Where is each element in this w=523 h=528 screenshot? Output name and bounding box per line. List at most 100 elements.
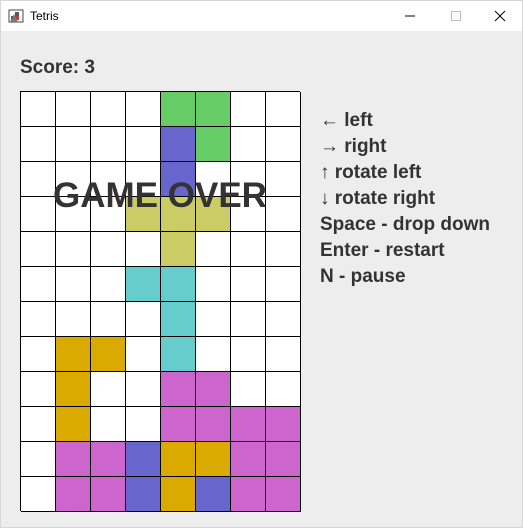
tetris-window: Tetris Score: 3 GAME OVER ← left → right… (0, 0, 523, 528)
board-cell (196, 232, 231, 267)
tetromino-block (266, 442, 301, 477)
board-cell (126, 407, 161, 442)
maximize-button[interactable] (433, 1, 479, 31)
tetromino-block (91, 442, 126, 477)
board-cell (266, 337, 301, 372)
maximize-icon (451, 11, 461, 21)
control-pause: N - pause (320, 266, 406, 287)
tetromino-block (161, 232, 196, 267)
tetromino-block (196, 477, 231, 512)
board-cell (231, 92, 266, 127)
control-rotate-right: ↓ rotate right (320, 188, 436, 209)
tetromino-block (91, 477, 126, 512)
tetromino-block (126, 477, 161, 512)
board-cell (126, 302, 161, 337)
control-rotate-left: ↑ rotate left (320, 162, 422, 183)
tetromino-block (196, 92, 231, 127)
game-over-message: GAME OVER (53, 176, 267, 215)
close-button[interactable] (477, 1, 523, 31)
board-cell (196, 267, 231, 302)
tetromino-block (56, 407, 91, 442)
board-cell (56, 127, 91, 162)
board-cell (196, 302, 231, 337)
tetromino-block (56, 337, 91, 372)
board-cell (91, 92, 126, 127)
board-cell (266, 232, 301, 267)
board-cell (126, 337, 161, 372)
tetromino-block (126, 442, 161, 477)
title-bar[interactable]: Tetris (1, 1, 522, 31)
window-title: Tetris (30, 9, 59, 23)
tetromino-block (196, 407, 231, 442)
board-cell (21, 232, 56, 267)
tetromino-block (161, 442, 196, 477)
board-cell (266, 372, 301, 407)
score-label: Score: 3 (20, 57, 95, 78)
board-cell (266, 127, 301, 162)
board-cell (231, 127, 266, 162)
board-cell (21, 92, 56, 127)
control-right: → right (320, 136, 387, 157)
board-cell (21, 442, 56, 477)
close-icon (494, 10, 506, 22)
board-cell (91, 302, 126, 337)
board-cell (126, 127, 161, 162)
control-drop-down: Space - drop down (320, 214, 490, 235)
board-cell (56, 267, 91, 302)
board-cell (231, 267, 266, 302)
board-cell (21, 407, 56, 442)
tetromino-block (56, 372, 91, 407)
board-cell (91, 232, 126, 267)
control-restart: Enter - restart (320, 240, 445, 261)
board-cell (266, 302, 301, 337)
board-cell (56, 302, 91, 337)
tetromino-block (161, 372, 196, 407)
board-cell (21, 127, 56, 162)
tetromino-block (161, 407, 196, 442)
tetris-app-icon (8, 9, 24, 23)
control-left: ← left (320, 110, 373, 131)
tetromino-block (196, 442, 231, 477)
board-cell (231, 302, 266, 337)
board-cell (126, 92, 161, 127)
board-cell (56, 232, 91, 267)
board-cell (21, 267, 56, 302)
tetromino-block (91, 337, 126, 372)
tetromino-block (126, 267, 161, 302)
board-cell (266, 92, 301, 127)
tetromino-block (161, 127, 196, 162)
tetromino-block (161, 477, 196, 512)
board-cell (56, 92, 91, 127)
tetromino-block (161, 302, 196, 337)
tetromino-block (231, 477, 266, 512)
board-cell (231, 337, 266, 372)
tetromino-block (196, 372, 231, 407)
tetromino-block (231, 407, 266, 442)
board-cell (21, 337, 56, 372)
board-cell (91, 407, 126, 442)
tetromino-block (56, 477, 91, 512)
tetromino-block (161, 267, 196, 302)
board-cell (196, 337, 231, 372)
board-cell (231, 372, 266, 407)
minimize-button[interactable] (387, 1, 433, 31)
minimize-icon (405, 15, 415, 17)
board-cell (91, 127, 126, 162)
tetromino-block (56, 442, 91, 477)
board-cell (126, 232, 161, 267)
game-board (20, 91, 301, 512)
tetromino-block (231, 442, 266, 477)
board-cell (21, 477, 56, 512)
tetromino-block (161, 337, 196, 372)
board-cell (91, 267, 126, 302)
board-cell (231, 232, 266, 267)
board-cell (91, 372, 126, 407)
controls-help: ← left → right ↑ rotate left ↓ rotate ri… (320, 108, 520, 290)
board-cell (266, 267, 301, 302)
tetromino-block (266, 477, 301, 512)
tetromino-block (161, 92, 196, 127)
board-cell (21, 372, 56, 407)
tetromino-block (266, 407, 301, 442)
board-cell (21, 302, 56, 337)
tetromino-block (196, 127, 231, 162)
